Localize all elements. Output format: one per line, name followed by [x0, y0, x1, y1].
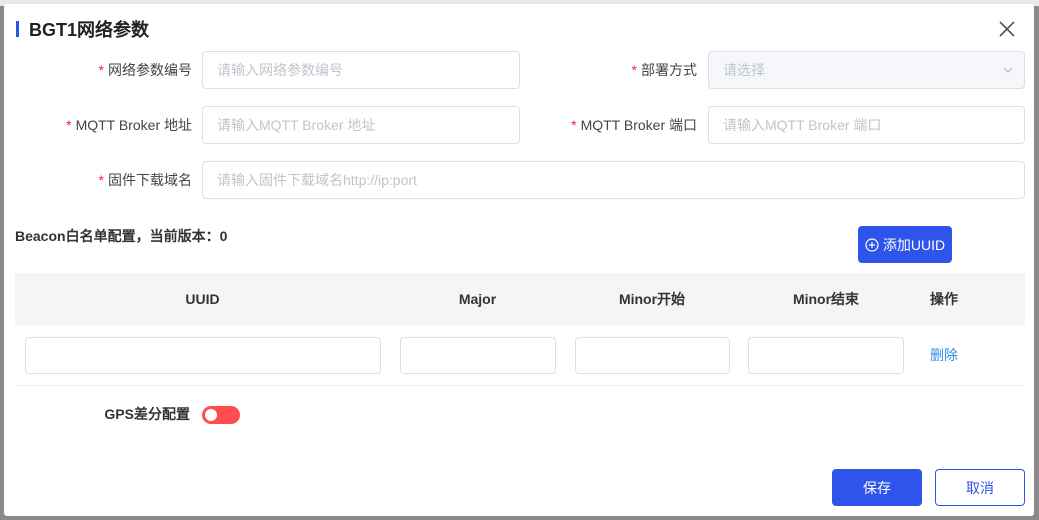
beacon-table: UUID Major Minor开始 Minor结束 操作 删除 — [15, 273, 1025, 386]
gps-config-label: GPS差分配置 — [104, 406, 190, 422]
title-accent-bar — [16, 21, 19, 37]
column-header-minor-end: Minor结束 — [792, 291, 860, 307]
close-button[interactable] — [994, 16, 1020, 42]
major-input[interactable] — [399, 336, 556, 374]
minor-end-input[interactable] — [748, 336, 904, 374]
broker-address-label: * MQTT Broker 地址 — [66, 117, 192, 133]
save-button[interactable]: 保存 — [832, 469, 922, 506]
toggle-knob — [205, 409, 217, 421]
broker-port-label: * MQTT Broker 端口 — [571, 117, 697, 133]
column-header-uuid: UUID — [185, 291, 220, 307]
plus-circle-icon — [865, 237, 879, 252]
gps-config-toggle[interactable] — [202, 406, 240, 424]
deploy-mode-field[interactable] — [708, 51, 1025, 89]
dialog-title: BGT1网络参数 — [29, 20, 150, 40]
table-header: UUID Major Minor开始 Minor结束 操作 — [15, 273, 1025, 325]
broker-address-input[interactable] — [202, 106, 520, 144]
column-header-actions: 操作 — [930, 291, 958, 307]
add-uuid-button[interactable]: 添加UUID — [858, 226, 952, 263]
param-code-input[interactable] — [202, 51, 520, 89]
cancel-button[interactable]: 取消 — [935, 469, 1025, 506]
delete-row-link[interactable]: 删除 — [930, 347, 958, 363]
deploy-mode-select[interactable] — [708, 51, 1025, 89]
deploy-mode-label: * 部署方式 — [631, 62, 697, 78]
minor-start-input[interactable] — [574, 336, 730, 374]
table-row: 删除 — [15, 325, 1025, 386]
dialog-header: BGT1网络参数 — [16, 18, 149, 40]
column-header-major: Major — [458, 291, 497, 307]
firmware-domain-label: * 固件下载域名 — [98, 172, 192, 188]
column-header-minor-start: Minor开始 — [618, 291, 686, 307]
beacon-section-title: Beacon白名单配置，当前版本：0 — [15, 228, 228, 244]
chevron-down-icon — [1003, 67, 1013, 73]
param-code-label: * 网络参数编号 — [98, 62, 192, 78]
uuid-input[interactable] — [24, 336, 381, 374]
close-icon — [999, 21, 1015, 37]
firmware-domain-input[interactable] — [202, 161, 1025, 199]
network-params-dialog: BGT1网络参数 *网络参数编号 *部署方式 *MQTT Broker 地址 *… — [4, 4, 1034, 516]
broker-port-input[interactable] — [708, 106, 1025, 144]
add-uuid-label: 添加UUID — [882, 236, 946, 253]
